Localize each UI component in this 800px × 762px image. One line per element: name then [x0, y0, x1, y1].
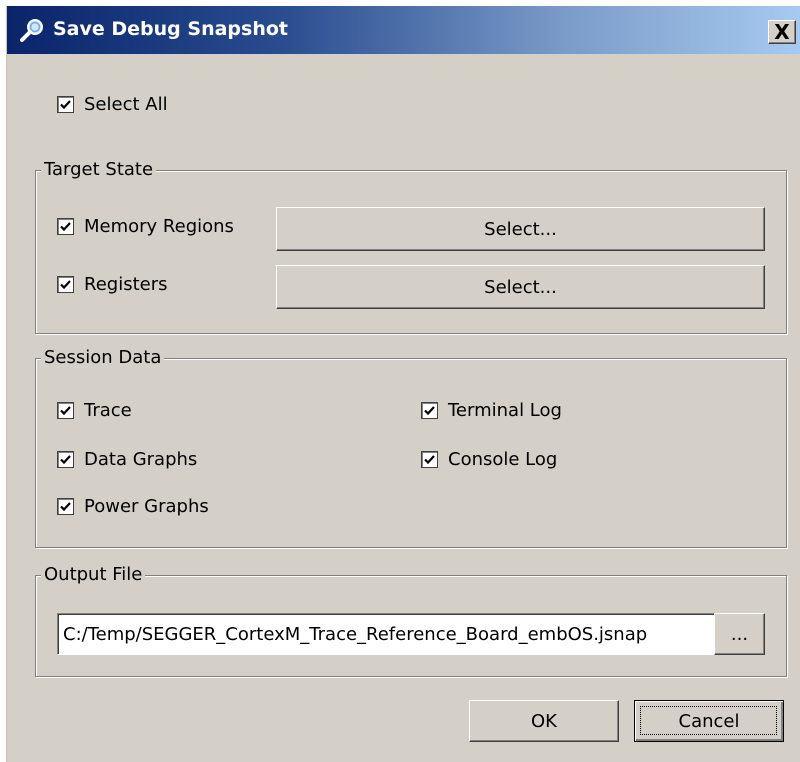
ok-button[interactable]: OK	[469, 700, 619, 742]
terminal-log-label: Terminal Log	[448, 399, 562, 421]
checkbox-check-icon[interactable]	[421, 401, 438, 419]
checkbox-check-icon[interactable]	[57, 217, 74, 235]
memory-regions-checkbox[interactable]: Memory Regions	[57, 214, 234, 238]
magnifier-icon	[19, 17, 45, 43]
power-graphs-label: Power Graphs	[84, 495, 209, 517]
output-file-path-input[interactable]	[57, 613, 718, 655]
cancel-button[interactable]: Cancel	[634, 700, 784, 742]
save-debug-snapshot-dialog: Save Debug Snapshot X Select All Target …	[6, 6, 800, 762]
console-log-label: Console Log	[448, 448, 558, 470]
title-bar[interactable]: Save Debug Snapshot X	[7, 6, 800, 54]
focus-rectangle	[640, 706, 777, 735]
terminal-log-checkbox[interactable]: Terminal Log	[421, 398, 562, 422]
data-graphs-label: Data Graphs	[84, 448, 198, 470]
group-title: Target State	[41, 158, 157, 182]
memory-regions-select-button[interactable]: Select...	[276, 207, 765, 251]
select-all-label: Select All	[84, 93, 168, 115]
checkbox-check-icon[interactable]	[57, 401, 74, 419]
registers-label: Registers	[84, 273, 168, 295]
trace-label: Trace	[84, 399, 132, 421]
registers-checkbox[interactable]: Registers	[57, 272, 168, 296]
memory-regions-label: Memory Regions	[84, 215, 234, 237]
console-log-checkbox[interactable]: Console Log	[421, 447, 557, 471]
data-graphs-checkbox[interactable]: Data Graphs	[57, 447, 197, 471]
checkbox-check-icon[interactable]	[57, 450, 74, 468]
checkbox-check-icon[interactable]	[57, 275, 74, 293]
close-icon: X	[774, 20, 790, 44]
checkbox-check-icon[interactable]	[57, 95, 74, 113]
checkbox-check-icon[interactable]	[57, 497, 74, 515]
group-frame	[35, 170, 787, 334]
group-title: Output File	[41, 563, 146, 587]
close-button[interactable]: X	[768, 20, 796, 44]
power-graphs-checkbox[interactable]: Power Graphs	[57, 494, 209, 518]
trace-checkbox[interactable]: Trace	[57, 398, 132, 422]
group-title: Session Data	[41, 346, 165, 370]
browse-button[interactable]: ...	[714, 613, 765, 655]
dialog-title: Save Debug Snapshot	[53, 18, 288, 40]
select-all-checkbox[interactable]: Select All	[57, 92, 168, 116]
checkbox-check-icon[interactable]	[421, 450, 438, 468]
registers-select-button[interactable]: Select...	[276, 265, 765, 309]
